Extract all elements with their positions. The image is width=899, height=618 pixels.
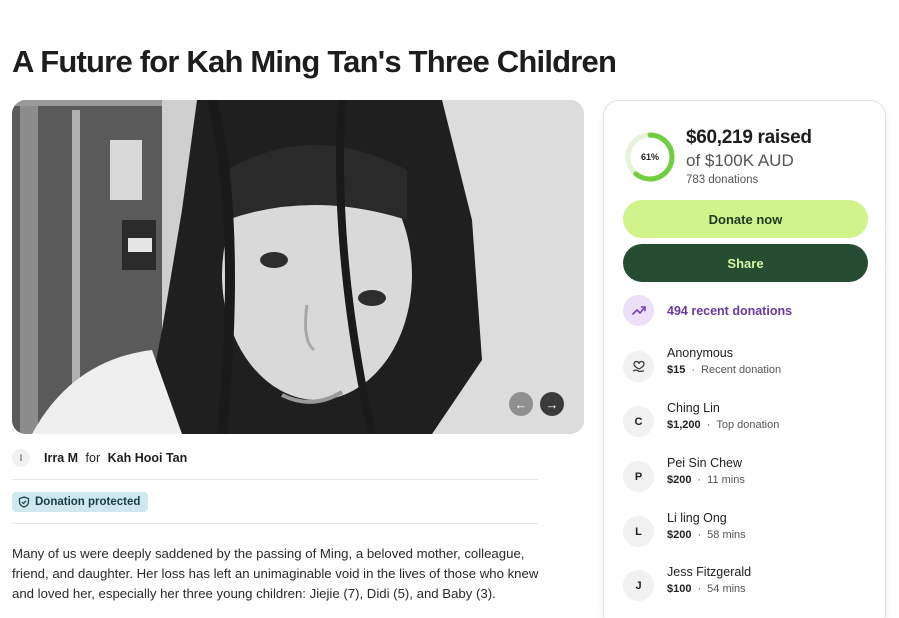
donor-amount: $100: [667, 583, 692, 595]
recent-donations-link[interactable]: 494 recent donations: [623, 295, 792, 326]
donor-item: P Pei Sin Chew $200 · 11 mins: [623, 456, 745, 492]
badge-label: Donation protected: [35, 496, 141, 508]
shield-icon: [18, 496, 30, 508]
donate-now-button[interactable]: Donate now: [623, 200, 868, 238]
donor-item: Anonymous $15 · Recent donation: [623, 346, 781, 382]
donor-item: C Ching Lin $1,200 · Top donation: [623, 401, 779, 437]
donor-item: L Li ling Ong $200 · 58 mins: [623, 511, 746, 547]
donor-note: Top donation: [716, 419, 780, 431]
donor-avatar: P: [623, 461, 654, 492]
portrait-image: [12, 100, 584, 434]
donor-name: Pei Sin Chew: [667, 456, 743, 470]
hero-photo[interactable]: ← →: [12, 100, 584, 434]
organizer-line: I Irra M for Kah Hooi Tan: [12, 449, 187, 467]
donor-amount: $200: [667, 529, 692, 541]
beneficiary-name[interactable]: Kah Hooi Tan: [108, 451, 188, 465]
donation-panel: 61% $60,219 raised of $100K AUD 783 dona…: [603, 100, 886, 618]
donor-name: Jess Fitzgerald: [667, 565, 752, 579]
donor-note: Recent donation: [701, 364, 782, 376]
donor-note: 54 mins: [707, 583, 746, 595]
arrow-left-icon: ←: [514, 396, 528, 412]
donor-amount: $1,200: [667, 419, 701, 431]
donor-avatar: J: [623, 570, 654, 601]
divider: [12, 479, 538, 480]
organizer-avatar[interactable]: I: [12, 449, 30, 467]
donor-amount: $15: [667, 364, 686, 376]
donor-name: Li ling Ong: [667, 511, 727, 525]
donor-name: Ching Lin: [667, 401, 720, 415]
prev-photo-button[interactable]: ←: [509, 392, 533, 416]
share-button[interactable]: Share: [623, 244, 868, 282]
divider: [12, 523, 538, 524]
goal-amount: of $100K AUD: [686, 151, 794, 170]
heart-hand-icon: [623, 351, 654, 382]
recent-donations-label: 494 recent donations: [667, 303, 793, 318]
donor-avatar: L: [623, 516, 654, 547]
donation-protected-badge[interactable]: Donation protected: [12, 492, 149, 512]
page-title: A Future for Kah Ming Tan's Three Childr…: [12, 44, 617, 79]
donor-note: 11 mins: [707, 474, 745, 486]
next-photo-button[interactable]: →: [540, 392, 564, 416]
donor-avatar: C: [623, 406, 654, 437]
for-label: for: [85, 451, 101, 465]
story-text: Many of us were deeply saddened by the p…: [12, 546, 539, 601]
arrow-right-icon: →: [545, 396, 559, 412]
trending-up-icon: [623, 295, 654, 326]
amount-raised: $60,219 raised: [686, 127, 812, 148]
progress-percent: 61%: [640, 152, 659, 162]
donation-count: 783 donations: [686, 174, 759, 186]
organizer-name[interactable]: Irra M: [44, 451, 78, 465]
donor-item: J Jess Fitzgerald $100 · 54 mins: [623, 565, 751, 601]
donor-note: 58 mins: [707, 529, 746, 541]
donor-amount: $200: [667, 474, 692, 486]
donor-name: Anonymous: [667, 346, 734, 360]
